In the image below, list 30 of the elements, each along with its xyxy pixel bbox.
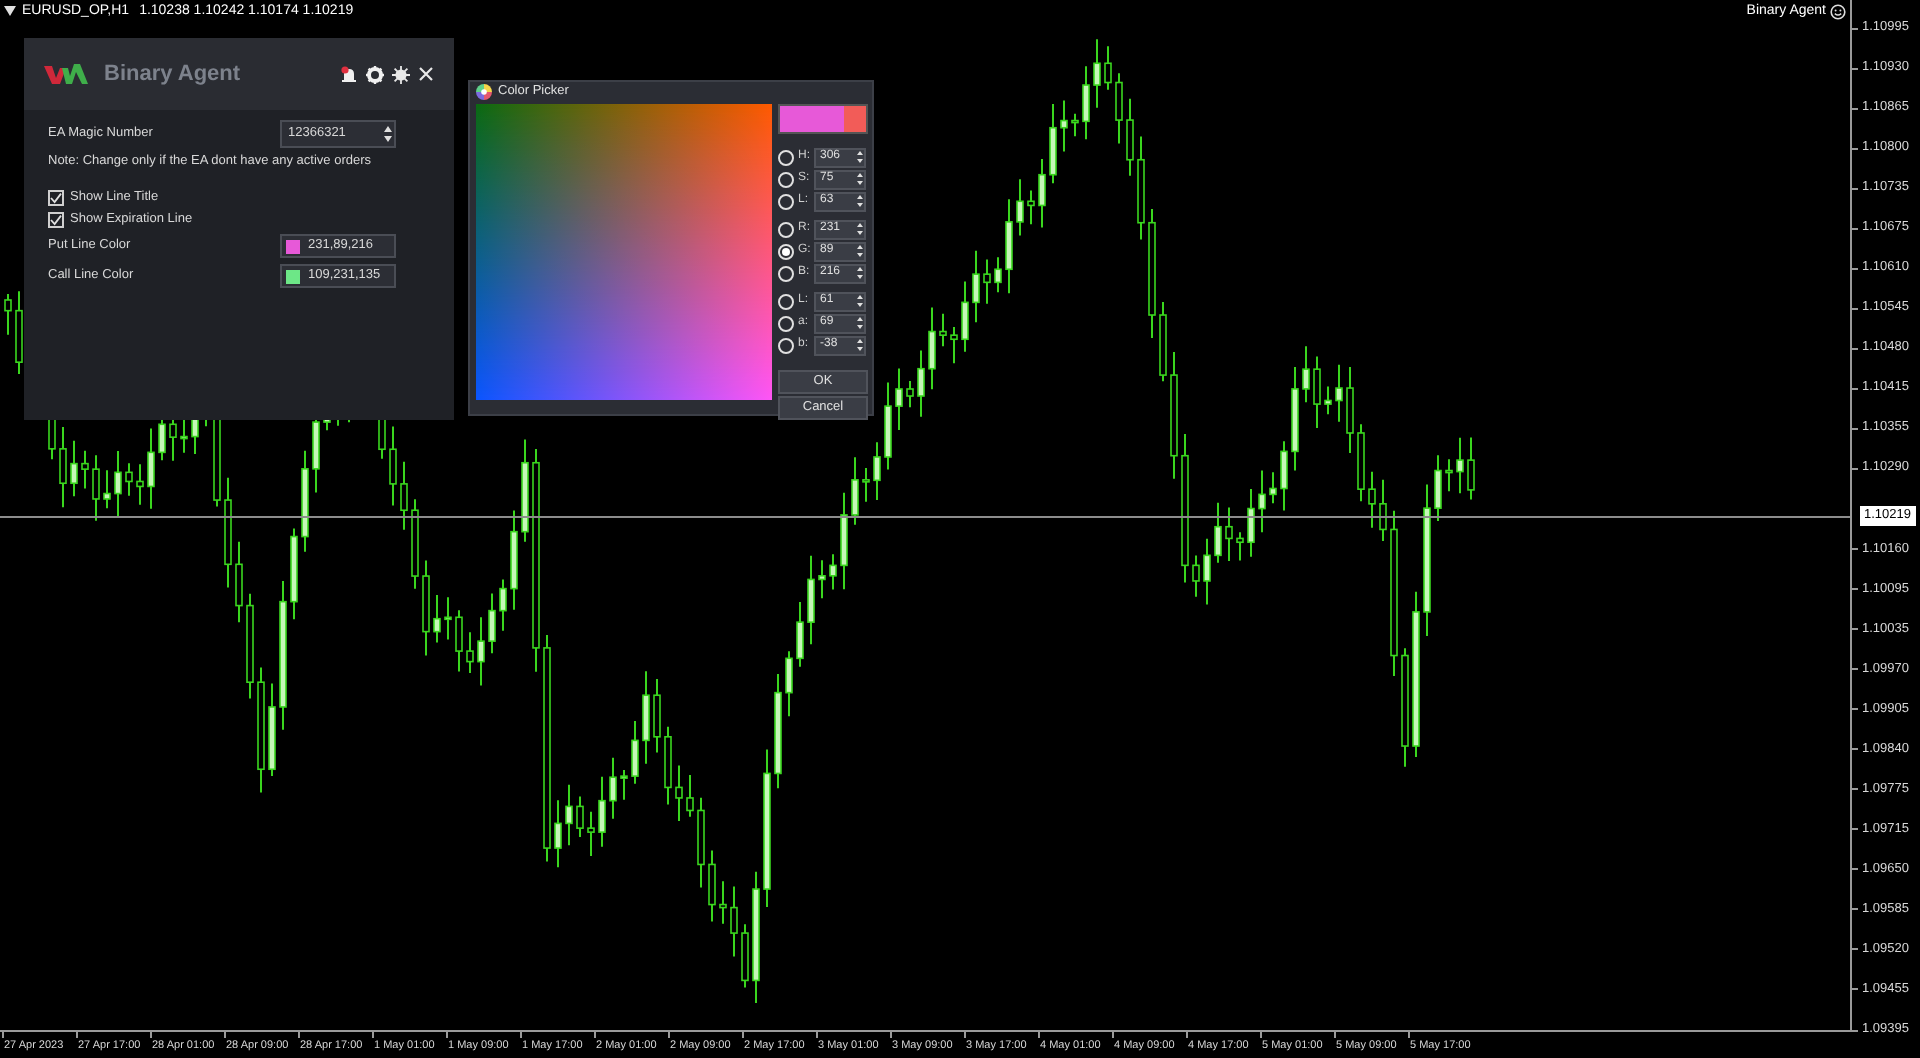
spinner-icon[interactable] (856, 172, 864, 187)
radio-button[interactable] (778, 315, 794, 332)
radio-button[interactable] (778, 193, 794, 210)
radio-button[interactable] (778, 293, 794, 310)
spinner-icon[interactable] (856, 244, 864, 259)
dropdown-triangle-icon[interactable] (4, 6, 16, 16)
bell-icon[interactable] (340, 65, 358, 83)
settings-icon[interactable] (366, 65, 384, 83)
radio-button[interactable] (778, 265, 794, 282)
radio-button[interactable] (778, 149, 794, 166)
spinner-icon[interactable] (856, 338, 864, 353)
close-icon[interactable] (418, 66, 434, 82)
spinner-icon[interactable] (856, 266, 864, 281)
spinner-icon[interactable] (856, 150, 864, 165)
radio-button[interactable] (778, 171, 794, 188)
checkbox[interactable] (48, 211, 64, 227)
logo-icon (44, 62, 88, 86)
spinner-icon[interactable] (856, 194, 864, 209)
radio-button[interactable] (778, 221, 794, 238)
radio-button[interactable] (778, 337, 794, 354)
spinner-icon[interactable] (382, 123, 394, 143)
sun-icon[interactable] (392, 65, 410, 83)
checkbox[interactable] (48, 189, 64, 205)
spinner-icon[interactable] (856, 316, 864, 331)
smiley-icon (1830, 3, 1846, 19)
panel-title: Binary Agent (104, 60, 241, 88)
radio-button[interactable] (778, 243, 794, 260)
spinner-icon[interactable] (856, 294, 864, 309)
spinner-icon[interactable] (856, 222, 864, 237)
color-wheel-icon (476, 83, 492, 100)
